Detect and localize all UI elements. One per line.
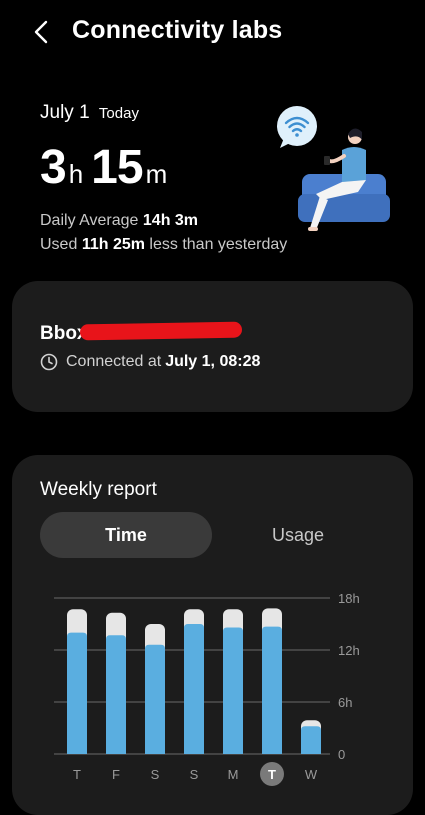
y-tick-label: 0 (338, 747, 345, 762)
page-title: Connectivity labs (72, 16, 283, 44)
hours-unit: h (68, 159, 84, 189)
y-tick-label: 18h (338, 591, 360, 606)
header: Connectivity labs (0, 0, 425, 64)
minutes-value: 15 (91, 141, 143, 194)
network-card[interactable]: Bbox- Connected at July 1, 08:28 (12, 281, 413, 412)
x-tick-label: T (73, 767, 81, 782)
wifi-bubble-icon (277, 106, 317, 148)
used-suffix: less than yesterday (149, 236, 288, 253)
bar (106, 635, 126, 754)
bar (67, 632, 87, 754)
x-tick-label: S (190, 767, 199, 782)
total-time: 3 h 15 m (40, 140, 175, 195)
used-comparison: Used 11h 25m less than yesterday (40, 236, 287, 254)
minutes-unit: m (145, 159, 168, 189)
clock-icon (40, 353, 58, 371)
status-label: Connected at (66, 353, 162, 370)
person-on-sofa-illustration (277, 106, 390, 231)
bar (145, 644, 165, 754)
daily-average-value: 14h 3m (142, 212, 199, 229)
date-row: July 1 Today (40, 102, 139, 124)
x-tick-label: T (268, 767, 276, 782)
daily-average: Daily Average 14h 3m (40, 212, 198, 230)
connection-status: Connected at July 1, 08:28 (40, 353, 260, 371)
used-value: 11h 25m (81, 236, 145, 253)
bar (184, 624, 204, 754)
x-tick-label: F (112, 767, 120, 782)
y-tick-label: 6h (338, 695, 352, 710)
bar (301, 726, 321, 754)
bar (262, 626, 282, 754)
status-time: July 1, 08:28 (165, 353, 261, 370)
bar (223, 627, 243, 754)
back-arrow-icon[interactable] (30, 16, 54, 48)
x-tick-label: S (151, 767, 160, 782)
redaction-mark (79, 321, 243, 341)
weekly-bar-chart: 0 6h 12h 18h T F S S M T W (54, 591, 360, 786)
weekly-report-card: Weekly report Time Usage 0 6h 12h 18h T F S S M T… (12, 455, 413, 815)
y-tick-label: 12h (338, 643, 360, 658)
x-tick-label: W (305, 767, 318, 782)
used-label: Used (40, 236, 78, 253)
daily-average-label: Daily Average (40, 212, 139, 229)
hours-value: 3 (40, 141, 67, 194)
today-label: Today (98, 105, 139, 122)
x-tick-label: M (228, 767, 239, 782)
date-label: July 1 (40, 102, 90, 123)
